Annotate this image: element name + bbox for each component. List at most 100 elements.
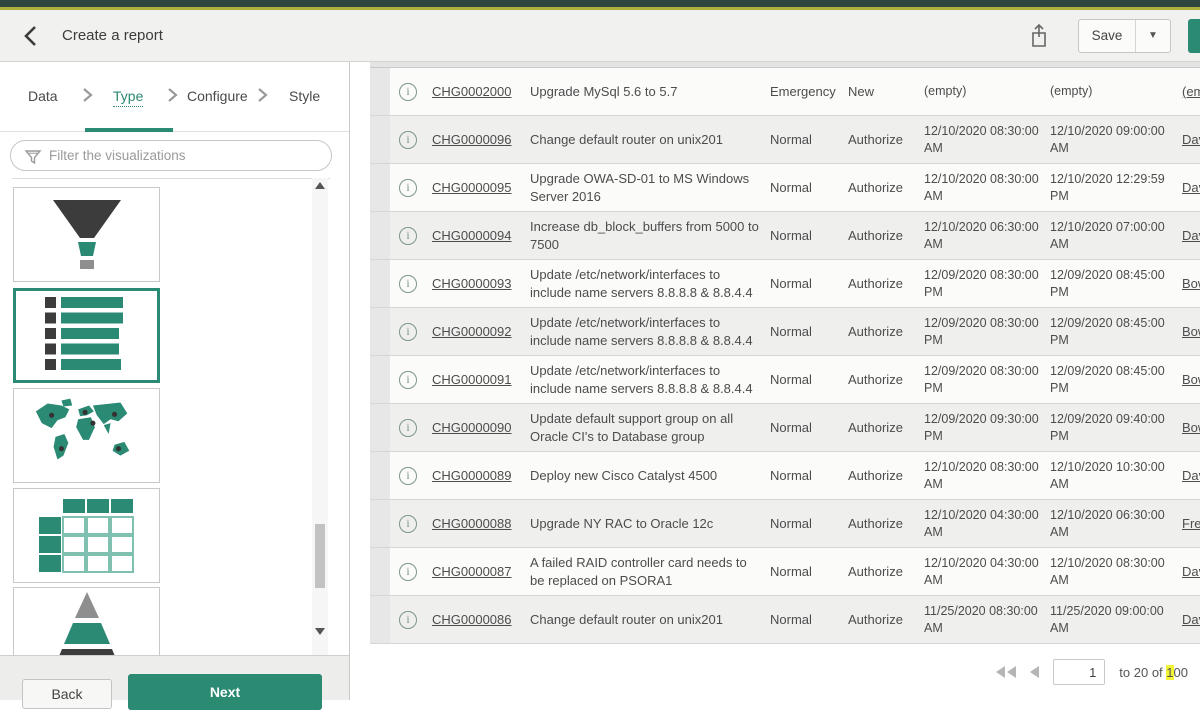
- state-cell: Authorize: [842, 563, 918, 581]
- assigned-cell: Bow: [1176, 323, 1200, 341]
- clipped-edge-button[interactable]: [1188, 19, 1200, 53]
- share-icon[interactable]: [1028, 23, 1050, 54]
- assigned-to-link[interactable]: Dav: [1182, 612, 1200, 627]
- record-number-link[interactable]: CHG0000087: [432, 564, 512, 579]
- assigned-to-link[interactable]: Bow: [1182, 324, 1200, 339]
- state-cell: Authorize: [842, 371, 918, 389]
- left-panel: Data Type Configure Style: [0, 62, 350, 700]
- row-gutter: [370, 68, 390, 115]
- step-type[interactable]: Type: [113, 88, 143, 107]
- state-cell: Authorize: [842, 227, 918, 245]
- record-number-link[interactable]: CHG0000090: [432, 420, 512, 435]
- record-number-link[interactable]: CHG0000086: [432, 612, 512, 627]
- page-number-input[interactable]: [1053, 659, 1105, 685]
- chevron-right-icon: [167, 87, 178, 108]
- thumbnail-funnel-chart[interactable]: [13, 187, 160, 282]
- info-icon[interactable]: i: [399, 515, 417, 533]
- assigned-cell: Dav: [1176, 563, 1200, 581]
- back-button[interactable]: Back: [22, 679, 112, 709]
- thumbnail-scrollbar[interactable]: [312, 178, 328, 655]
- first-page-icon[interactable]: [996, 666, 1016, 678]
- chevron-right-icon: [257, 87, 268, 108]
- chevron-right-icon: [82, 87, 93, 108]
- priority-cell: Normal: [764, 275, 842, 293]
- start-date-cell: 12/10/2020 08:30:00 AM: [918, 459, 1044, 493]
- info-icon[interactable]: i: [399, 563, 417, 581]
- record-number-link[interactable]: CHG0000093: [432, 276, 512, 291]
- state-cell: Authorize: [842, 323, 918, 341]
- end-date-cell: 12/10/2020 06:30:00 AM: [1044, 507, 1176, 541]
- scroll-up-icon[interactable]: [315, 182, 325, 189]
- thumbnail-world-map[interactable]: [13, 388, 160, 483]
- record-number-link[interactable]: CHG0000095: [432, 180, 512, 195]
- thumbnail-pyramid-chart[interactable]: [13, 587, 160, 655]
- assigned-to-link[interactable]: Fre: [1182, 516, 1200, 531]
- short-description-cell: Increase db_block_buffers from 5000 to 7…: [524, 218, 764, 253]
- info-icon[interactable]: i: [399, 131, 417, 149]
- number-cell: CHG0000086: [426, 611, 524, 629]
- end-date-cell: 12/10/2020 12:29:59 PM: [1044, 171, 1176, 205]
- assigned-to-link[interactable]: Dav: [1182, 564, 1200, 579]
- short-description-cell: Update /etc/network/interfaces to includ…: [524, 314, 764, 349]
- record-number-link[interactable]: CHG0000096: [432, 132, 512, 147]
- save-button[interactable]: Save: [1079, 20, 1136, 52]
- assigned-cell: Dav: [1176, 611, 1200, 629]
- record-number-link[interactable]: CHG0002000: [432, 84, 512, 99]
- highlighted-digit: 1: [1166, 665, 1173, 680]
- end-date-cell: 12/10/2020 09:00:00 AM: [1044, 123, 1176, 157]
- info-icon[interactable]: i: [399, 227, 417, 245]
- info-cell: i: [390, 227, 426, 245]
- thumbnail-list-chart[interactable]: [13, 288, 160, 383]
- info-cell: i: [390, 467, 426, 485]
- filter-input[interactable]: [49, 142, 324, 169]
- info-icon[interactable]: i: [399, 323, 417, 341]
- info-icon[interactable]: i: [399, 179, 417, 197]
- step-data[interactable]: Data: [28, 88, 58, 104]
- step-style[interactable]: Style: [289, 88, 320, 104]
- info-icon[interactable]: i: [399, 371, 417, 389]
- record-number-link[interactable]: CHG0000091: [432, 372, 512, 387]
- assigned-to-link[interactable]: Bow: [1182, 276, 1200, 291]
- short-description-cell: Deploy new Cisco Catalyst 4500: [524, 467, 764, 485]
- assigned-to-link[interactable]: Dav: [1182, 180, 1200, 195]
- assigned-to-link[interactable]: Dav: [1182, 468, 1200, 483]
- info-cell: i: [390, 275, 426, 293]
- pagination-bar: to 20 of 100: [370, 644, 1200, 700]
- thumbnail-heatmap-table[interactable]: [13, 488, 160, 583]
- record-number-link[interactable]: CHG0000089: [432, 468, 512, 483]
- info-icon[interactable]: i: [399, 83, 417, 101]
- priority-cell: Normal: [764, 131, 842, 149]
- assigned-to-link[interactable]: Dav: [1182, 228, 1200, 243]
- record-number-link[interactable]: CHG0000088: [432, 516, 512, 531]
- table-row: i CHG0000086 Change default router on unix…: [370, 596, 1200, 644]
- number-cell: CHG0000090: [426, 419, 524, 437]
- table-row: iCHG0000095Upgrade OWA-SD-01 to MS Windo…: [370, 164, 1200, 212]
- info-icon[interactable]: i: [399, 467, 417, 485]
- step-configure[interactable]: Configure: [187, 88, 248, 104]
- record-number-link[interactable]: CHG0000094: [432, 228, 512, 243]
- previous-page-icon[interactable]: [1030, 666, 1039, 678]
- save-dropdown-caret[interactable]: ▼: [1136, 20, 1170, 52]
- scrollbar-thumb[interactable]: [315, 524, 325, 588]
- assigned-to-link[interactable]: Bow: [1182, 372, 1200, 387]
- row-gutter: [370, 404, 390, 451]
- info-icon[interactable]: i: [399, 275, 417, 293]
- filter-funnel-icon: [24, 148, 42, 166]
- assigned-to-link[interactable]: (empty): [1182, 84, 1200, 99]
- row-gutter: [370, 308, 390, 355]
- info-icon[interactable]: i: [399, 419, 417, 437]
- info-cell: i: [390, 419, 426, 437]
- priority-cell: Normal: [764, 611, 842, 629]
- info-icon[interactable]: i: [399, 611, 417, 629]
- scroll-down-icon[interactable]: [315, 628, 325, 635]
- short-description-cell: Change default router on unix201: [524, 611, 764, 629]
- assigned-cell: Dav: [1176, 179, 1200, 197]
- assigned-cell: Bow: [1176, 419, 1200, 437]
- assigned-to-link[interactable]: Bow: [1182, 420, 1200, 435]
- table-row: iCHG0000096Change default router on unix…: [370, 116, 1200, 164]
- next-button[interactable]: Next: [128, 674, 322, 710]
- back-arrow-icon[interactable]: [22, 25, 38, 52]
- priority-cell: Normal: [764, 467, 842, 485]
- record-number-link[interactable]: CHG0000092: [432, 324, 512, 339]
- assigned-to-link[interactable]: Dav: [1182, 132, 1200, 147]
